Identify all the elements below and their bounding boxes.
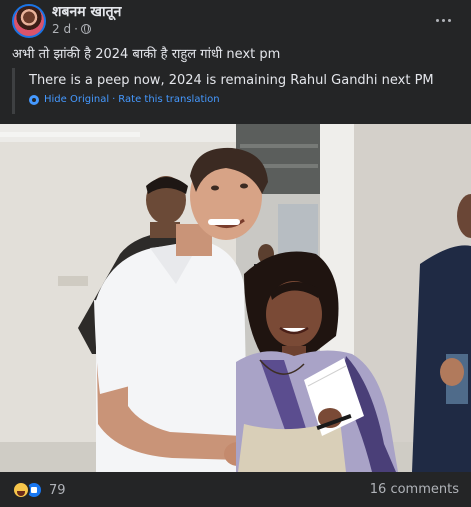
globe-icon	[80, 24, 91, 34]
post-footer: 79 16 comments	[0, 472, 471, 507]
post-photo[interactable]	[0, 124, 471, 472]
post-header: शबनम खातून 2 d ·	[0, 0, 471, 40]
meta-separator: ·	[74, 22, 78, 36]
hide-original-link[interactable]: Hide Original	[44, 94, 109, 105]
translate-icon	[29, 94, 39, 105]
post-text: अभी तो झांकी है 2024 बाकी है राहुल गांधी…	[12, 47, 281, 62]
comments-count[interactable]: 16 comments	[370, 482, 459, 497]
rate-translation-link[interactable]: Rate this translation	[118, 94, 219, 105]
photo-illustration	[0, 124, 471, 472]
author-name[interactable]: शबनम खातून	[52, 2, 121, 21]
more-options-icon[interactable]	[433, 10, 453, 30]
post-time[interactable]: 2 d	[52, 22, 71, 36]
author-avatar[interactable]	[12, 4, 46, 38]
facebook-post: शबनम खातून 2 d · अभी तो झांकी है 2024 बा…	[0, 0, 471, 507]
translation-text: There is a peep now, 2024 is remaining R…	[29, 73, 434, 88]
translation-links: Hide Original · Rate this translation	[29, 94, 459, 105]
translation-block: There is a peep now, 2024 is remaining R…	[12, 68, 459, 114]
link-separator: ·	[112, 94, 116, 105]
post-meta: 2 d ·	[52, 22, 91, 36]
haha-reaction-icon	[12, 481, 30, 499]
reaction-count: 79	[49, 482, 66, 498]
reactions-summary[interactable]: 79	[12, 481, 66, 499]
